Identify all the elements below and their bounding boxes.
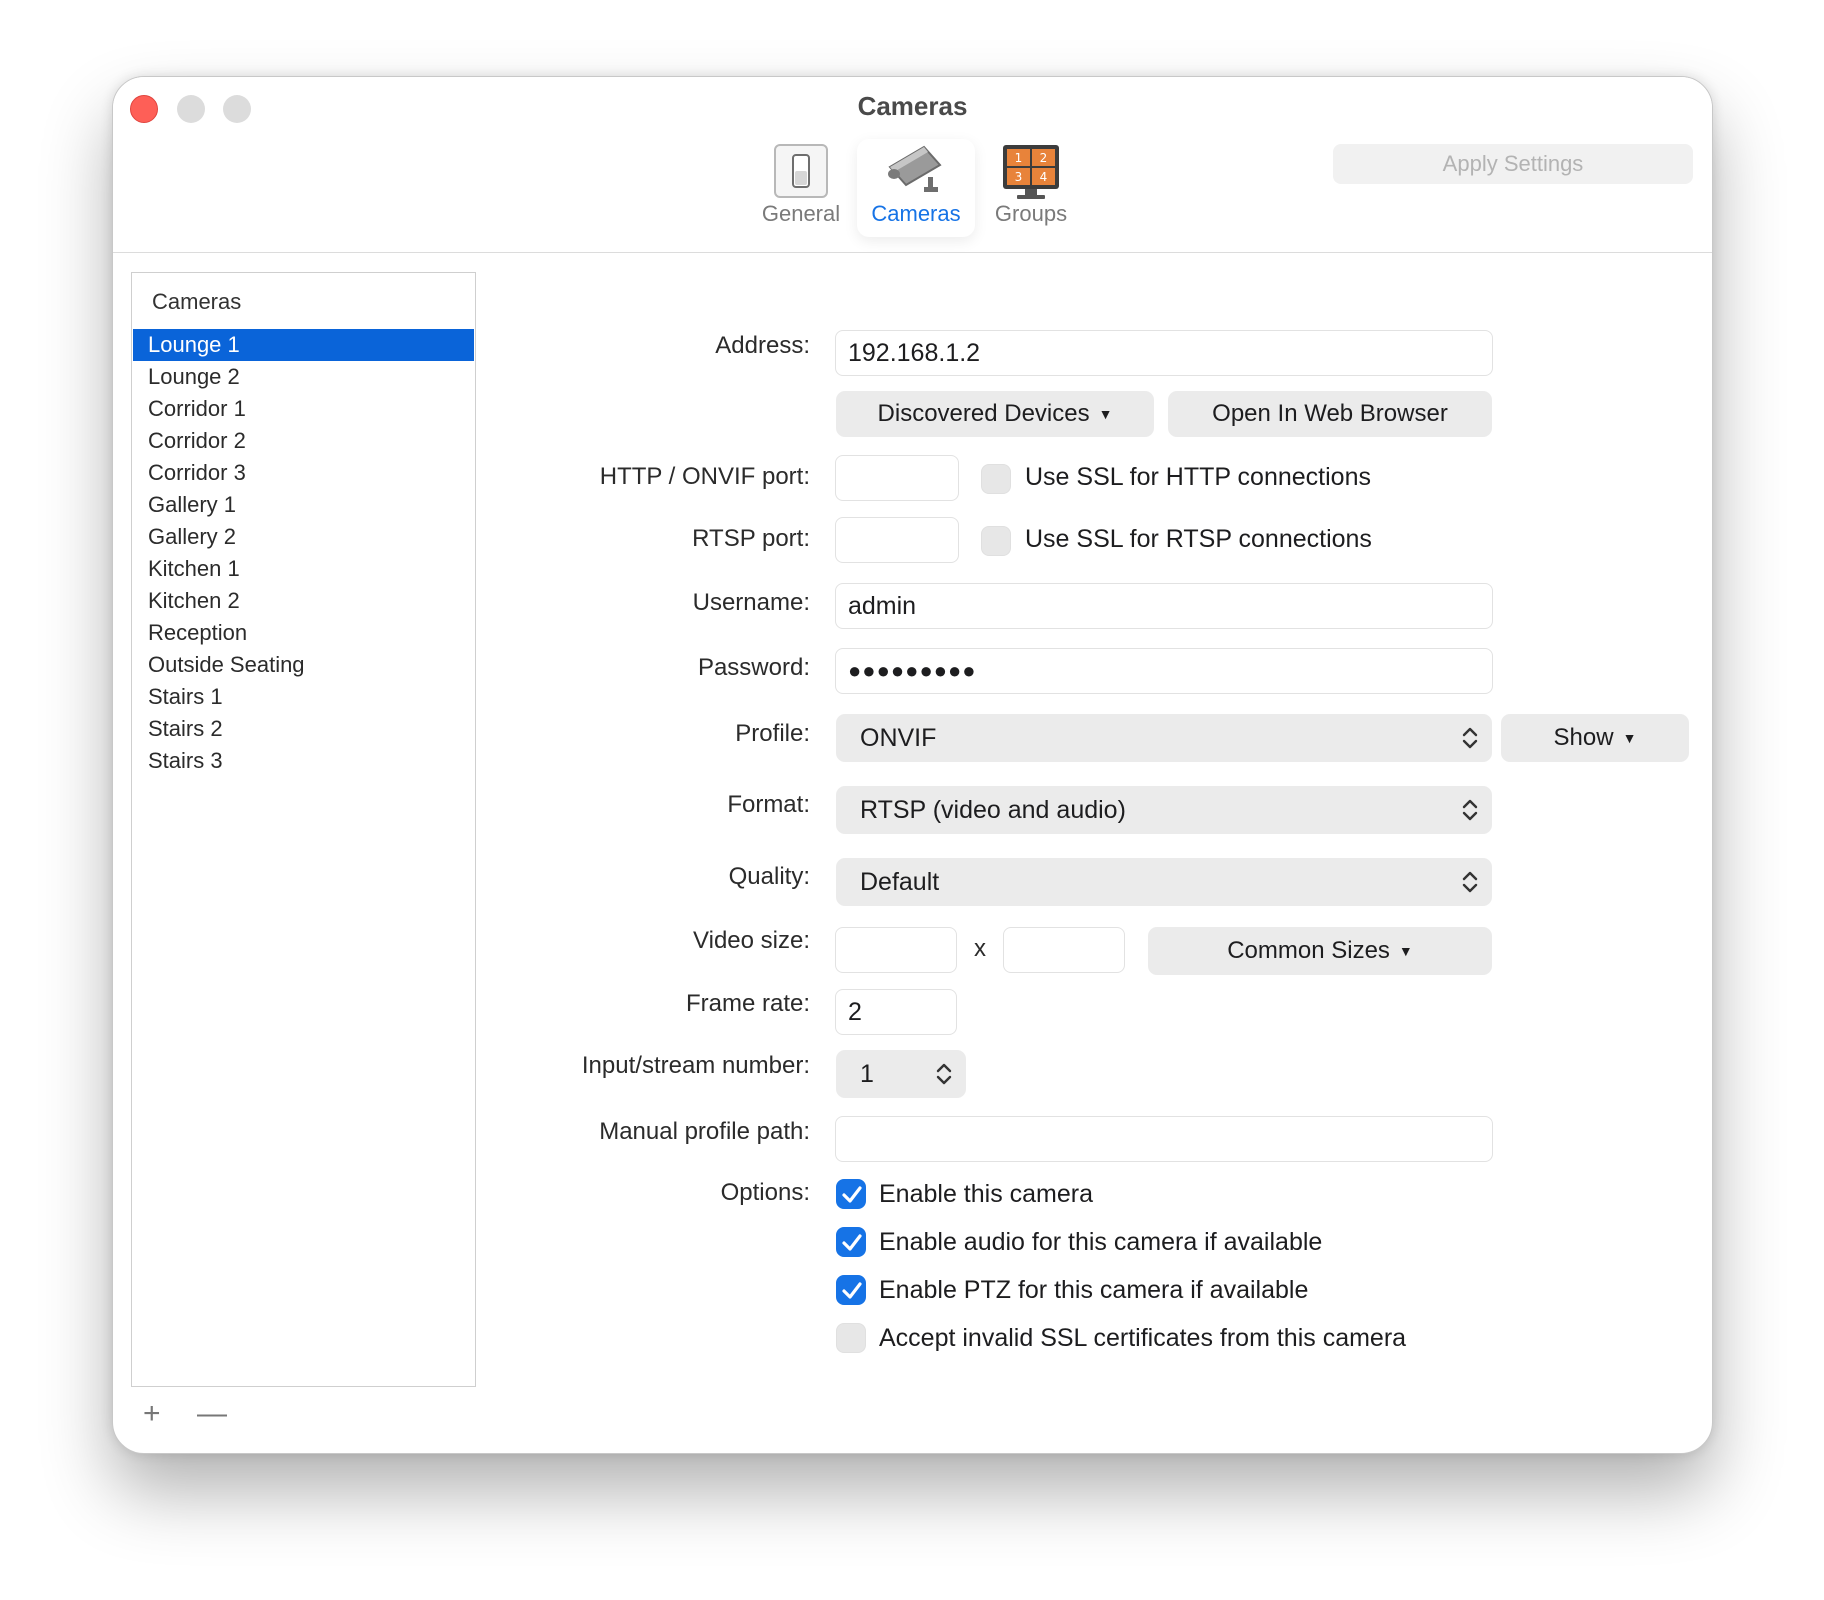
show-label: Show [1553,724,1614,751]
enable-camera-checkbox[interactable] [836,1179,866,1209]
apply-settings-button[interactable]: Apply Settings [1333,144,1693,184]
common-sizes-label: Common Sizes [1227,937,1390,964]
camera-list-item[interactable]: Lounge 2 [133,361,474,393]
camera-list: Lounge 1 Lounge 2 Corridor 1 Corridor 2 … [133,329,474,777]
enable-audio-label: Enable audio for this camera if availabl… [879,1228,1323,1256]
camera-list-item[interactable]: Gallery 2 [133,521,474,553]
updown-arrows-icon [1462,727,1478,749]
frame-rate-field[interactable]: 2 [835,989,957,1035]
rtsp-port-field[interactable] [835,517,959,563]
enable-ptz-label: Enable PTZ for this camera if available [879,1276,1309,1304]
username-label: Username: [692,589,810,616]
checkmark-icon [842,1186,862,1203]
camera-list-item[interactable]: Lounge 1 [133,329,474,361]
video-size-label: Video size: [693,927,810,954]
quality-value: Default [860,867,940,896]
http-port-label: HTTP / ONVIF port: [599,463,810,490]
use-ssl-http-label: Use SSL for HTTP connections [1025,463,1371,491]
common-sizes-button[interactable]: Common Sizes ▼ [1148,927,1492,975]
tab-general-label: General [761,201,841,226]
input-stream-popup[interactable]: 1 [836,1050,966,1098]
manual-profile-path-label: Manual profile path: [599,1118,810,1145]
enable-camera-label: Enable this camera [879,1180,1094,1208]
camera-list-item[interactable]: Reception [133,617,474,649]
caret-down-icon: ▼ [1098,406,1113,422]
checkmark-icon [842,1234,862,1251]
add-camera-button[interactable]: + [143,1399,161,1429]
updown-arrows-icon [936,1063,952,1085]
grid-digit-4: 4 [1040,170,1048,184]
enable-audio-checkbox[interactable] [836,1227,866,1257]
profile-value: ONVIF [860,723,937,752]
updown-arrows-icon [1462,799,1478,821]
profile-popup[interactable]: ONVIF [836,714,1492,762]
titlebar: Cameras General Cameras 1 2 3 4 Groups A… [113,77,1712,253]
camera-list-item[interactable]: Corridor 1 [133,393,474,425]
address-field[interactable]: 192.168.1.2 [835,330,1493,376]
camera-list-item[interactable]: Corridor 2 [133,425,474,457]
camera-list-item[interactable]: Stairs 3 [133,745,474,777]
address-label: Address: [715,332,810,359]
remove-camera-button[interactable]: — [197,1399,227,1429]
tab-cameras[interactable]: Cameras [857,139,975,237]
quality-label: Quality: [728,863,810,890]
http-port-field[interactable] [835,455,959,501]
discovered-devices-button[interactable]: Discovered Devices ▼ [836,391,1154,437]
quality-popup[interactable]: Default [836,858,1492,906]
use-ssl-http-checkbox[interactable] [981,464,1011,494]
profile-label: Profile: [735,720,810,747]
video-width-field[interactable] [835,927,957,973]
camera-list-item[interactable]: Stairs 2 [133,713,474,745]
input-stream-value: 1 [860,1059,874,1088]
camera-list-panel: Cameras Lounge 1 Lounge 2 Corridor 1 Cor… [131,272,476,1387]
discovered-devices-label: Discovered Devices [877,400,1090,427]
camera-list-item[interactable]: Outside Seating [133,649,474,681]
video-size-separator: x [974,935,986,962]
camera-list-item[interactable]: Corridor 3 [133,457,474,489]
caret-down-icon: ▼ [1622,730,1637,746]
use-ssl-rtsp-checkbox[interactable] [981,526,1011,556]
preferences-window: Cameras General Cameras 1 2 3 4 Groups A… [112,76,1713,1454]
show-button[interactable]: Show ▼ [1501,714,1689,762]
format-value: RTSP (video and audio) [860,795,1126,824]
tab-general[interactable]: General [751,139,851,237]
camera-list-item[interactable]: Kitchen 1 [133,553,474,585]
updown-arrows-icon [1462,871,1478,893]
camera-list-header: Cameras [152,289,242,314]
accept-invalid-ssl-checkbox[interactable] [836,1323,866,1353]
username-field[interactable]: admin [835,583,1493,629]
window-title: Cameras [857,91,968,121]
camera-list-item[interactable]: Kitchen 2 [133,585,474,617]
rtsp-port-label: RTSP port: [692,525,810,552]
format-popup[interactable]: RTSP (video and audio) [836,786,1492,834]
format-label: Format: [727,791,810,818]
grid-monitor-icon: 1 2 3 4 [1003,145,1059,199]
accept-invalid-ssl-label: Accept invalid SSL certificates from thi… [879,1324,1407,1352]
grid-digit-1: 1 [1015,151,1023,165]
camera-list-item[interactable]: Gallery 1 [133,489,474,521]
options-label: Options: [720,1179,810,1206]
enable-ptz-checkbox[interactable] [836,1275,866,1305]
camera-list-item[interactable]: Stairs 1 [133,681,474,713]
tab-groups[interactable]: 1 2 3 4 Groups [981,139,1081,237]
tab-cameras-label: Cameras [871,201,961,226]
frame-rate-label: Frame rate: [685,990,810,1017]
tab-groups-label: Groups [994,201,1068,226]
input-stream-label: Input/stream number: [581,1052,810,1079]
checkmark-icon [842,1282,862,1299]
switch-icon [774,144,828,198]
caret-down-icon: ▼ [1398,943,1413,959]
password-label: Password: [697,654,810,681]
security-camera-icon [888,145,942,192]
manual-profile-path-field[interactable] [835,1116,1493,1162]
grid-digit-3: 3 [1015,170,1023,184]
password-field[interactable]: ●●●●●●●●● [835,648,1493,694]
open-in-web-browser-button[interactable]: Open In Web Browser [1168,391,1492,437]
grid-digit-2: 2 [1040,151,1048,165]
use-ssl-rtsp-label: Use SSL for RTSP connections [1025,525,1372,553]
video-height-field[interactable] [1003,927,1125,973]
